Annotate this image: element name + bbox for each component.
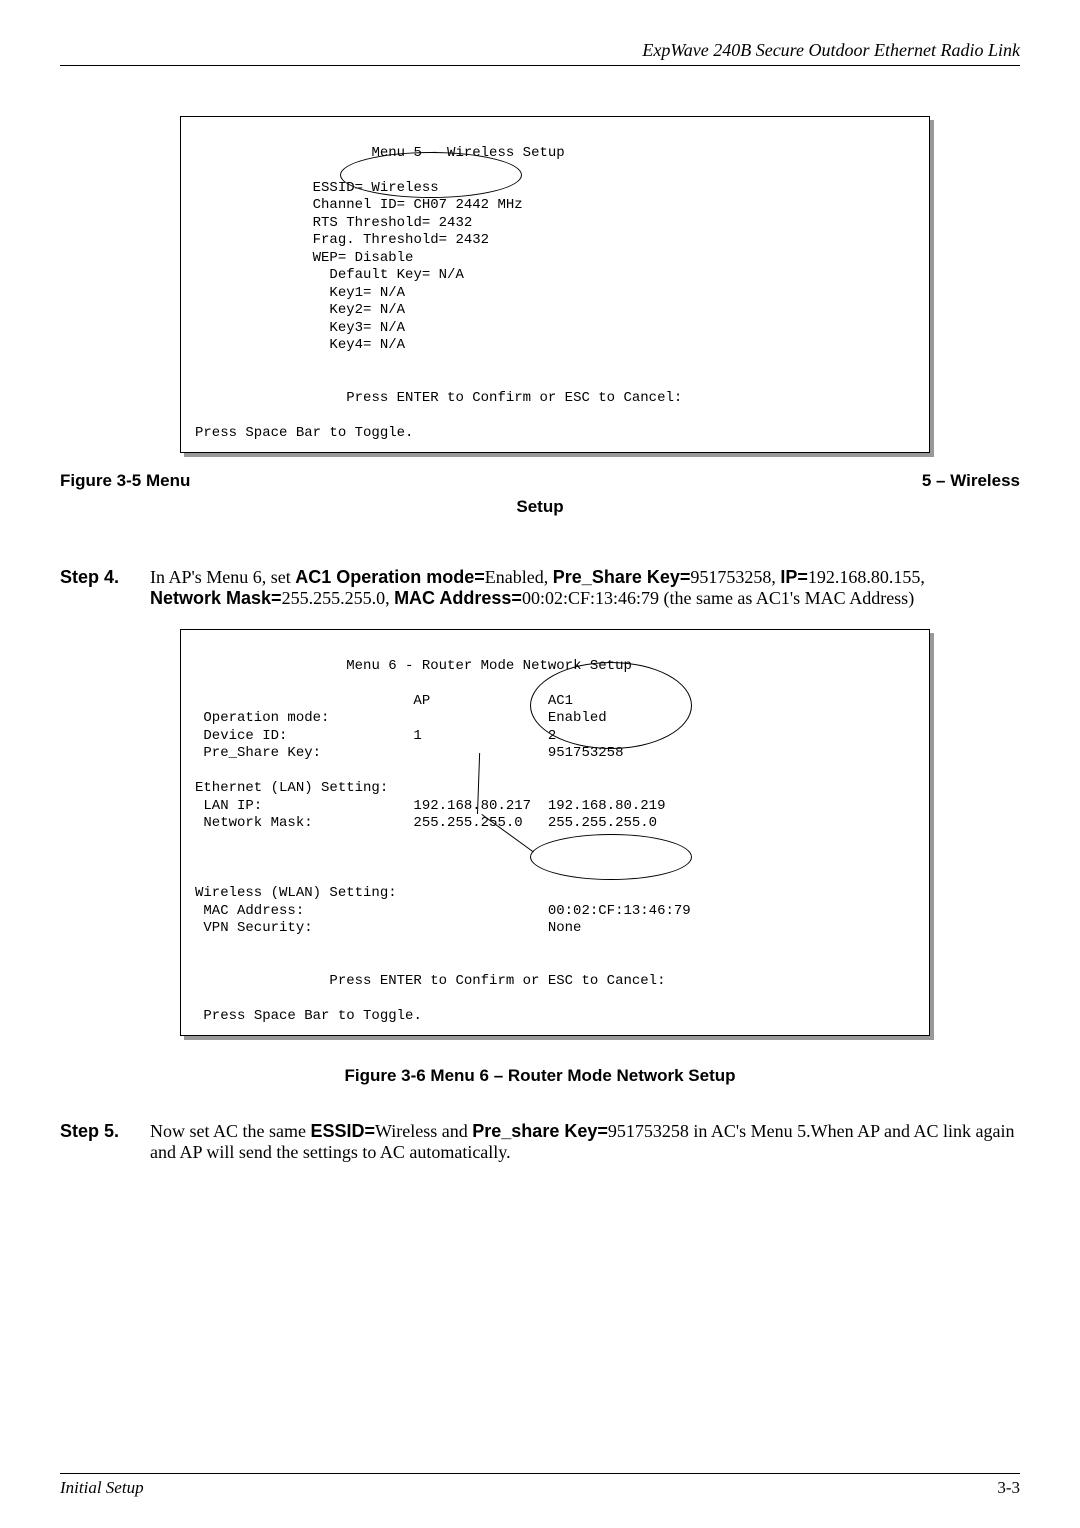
s4-t5: 255.255.255.0, [282, 588, 395, 608]
fig35-center: Setup [60, 497, 1020, 517]
s5-b2: Pre_share Key= [472, 1121, 608, 1141]
t2-r6: Network Mask: 255.255.255.0 255.255.255.… [195, 815, 657, 831]
step-4: Step 4. In AP's Menu 6, set AC1 Operatio… [60, 567, 1020, 609]
s4-b4: Network Mask= [150, 588, 282, 608]
page-header: ExpWave 240B Secure Outdoor Ethernet Rad… [60, 40, 1020, 66]
t1-toggle: Press Space Bar to Toggle. [195, 425, 413, 441]
s4-b5: MAC Address= [394, 588, 522, 608]
t2-r5: LAN IP: 192.168.80.217 192.168.80.219 [195, 798, 665, 814]
fig36-caption: Figure 3-6 Menu 6 – Router Mode Network … [60, 1066, 1020, 1086]
t1-l7: Key1= N/A [195, 285, 405, 301]
s4-t2: Enabled, [485, 567, 553, 587]
step4-body: In AP's Menu 6, set AC1 Operation mode=E… [150, 567, 1020, 609]
s4-t3: 951753258, [690, 567, 780, 587]
t2-r7: Wireless (WLAN) Setting: [195, 885, 397, 901]
t1-title: Menu 5 - Wireless Setup [195, 145, 565, 161]
t2-prompt: Press ENTER to Confirm or ESC to Cancel: [195, 973, 665, 989]
s4-b2: Pre_Share Key= [553, 567, 691, 587]
header-title: ExpWave 240B Secure Outdoor Ethernet Rad… [642, 40, 1020, 60]
figure-3-6-block: Menu 6 - Router Mode Network Setup AP AC… [60, 629, 1020, 1086]
t2-title: Menu 6 - Router Mode Network Setup [195, 658, 632, 674]
fig35-right: 5 – Wireless [922, 471, 1020, 491]
terminal-menu6: Menu 6 - Router Mode Network Setup AP AC… [180, 629, 930, 1036]
s5-b1: ESSID= [310, 1121, 375, 1141]
s4-b3: IP= [780, 567, 808, 587]
page-footer: Initial Setup 3-3 [60, 1473, 1020, 1498]
figure-3-5-block: Menu 5 - Wireless Setup ESSID= Wireless … [60, 116, 1020, 517]
t2-r9: VPN Security: None [195, 920, 581, 936]
t2-r1: Operation mode: Enabled [195, 710, 607, 726]
t1-prompt: Press ENTER to Confirm or ESC to Cancel: [195, 390, 682, 406]
t2-r4: Ethernet (LAN) Setting: [195, 780, 388, 796]
t1-l9: Key3= N/A [195, 320, 405, 336]
t2-toggle: Press Space Bar to Toggle. [195, 1008, 422, 1024]
s5-t1: Now set AC the same [150, 1121, 310, 1141]
terminal-1-wrap: Menu 5 - Wireless Setup ESSID= Wireless … [180, 116, 900, 453]
t1-l10: Key4= N/A [195, 337, 405, 353]
s4-t1: In AP's Menu 6, set [150, 567, 295, 587]
terminal-menu5: Menu 5 - Wireless Setup ESSID= Wireless … [180, 116, 930, 453]
t2-r3: Pre_Share Key: 951753258 [195, 745, 623, 761]
t1-l1: ESSID= Wireless [195, 180, 439, 196]
step5-label: Step 5. [60, 1121, 150, 1163]
t1-l6: Default Key= N/A [195, 267, 464, 283]
s5-t2: Wireless and [375, 1121, 472, 1141]
t2-r8: MAC Address: 00:02:CF:13:46:79 [195, 903, 691, 919]
fig35-left: Figure 3-5 Menu [60, 471, 190, 491]
step-5: Step 5. Now set AC the same ESSID=Wirele… [60, 1121, 1020, 1163]
t1-l3: RTS Threshold= 2432 [195, 215, 472, 231]
t2-colhead: AP AC1 [195, 693, 573, 709]
t1-l4: Frag. Threshold= 2432 [195, 232, 489, 248]
step5-body: Now set AC the same ESSID=Wireless and P… [150, 1121, 1020, 1163]
s4-t6: 00:02:CF:13:46:79 (the same as AC1's MAC… [522, 588, 914, 608]
terminal-2-wrap: Menu 6 - Router Mode Network Setup AP AC… [180, 629, 900, 1036]
t1-l8: Key2= N/A [195, 302, 405, 318]
step4-label: Step 4. [60, 567, 150, 609]
footer-left: Initial Setup [60, 1478, 144, 1498]
footer-page-number: 3-3 [997, 1478, 1020, 1498]
t1-l2: Channel ID= CH07 2442 MHz [195, 197, 523, 213]
s4-t4: 192.168.80.155, [808, 567, 925, 587]
t2-r2: Device ID: 1 2 [195, 728, 556, 744]
figure-3-5-caption-row: Figure 3-5 Menu 5 – Wireless [60, 471, 1020, 491]
s4-b1: AC1 Operation mode= [295, 567, 485, 587]
t1-l5: WEP= Disable [195, 250, 413, 266]
